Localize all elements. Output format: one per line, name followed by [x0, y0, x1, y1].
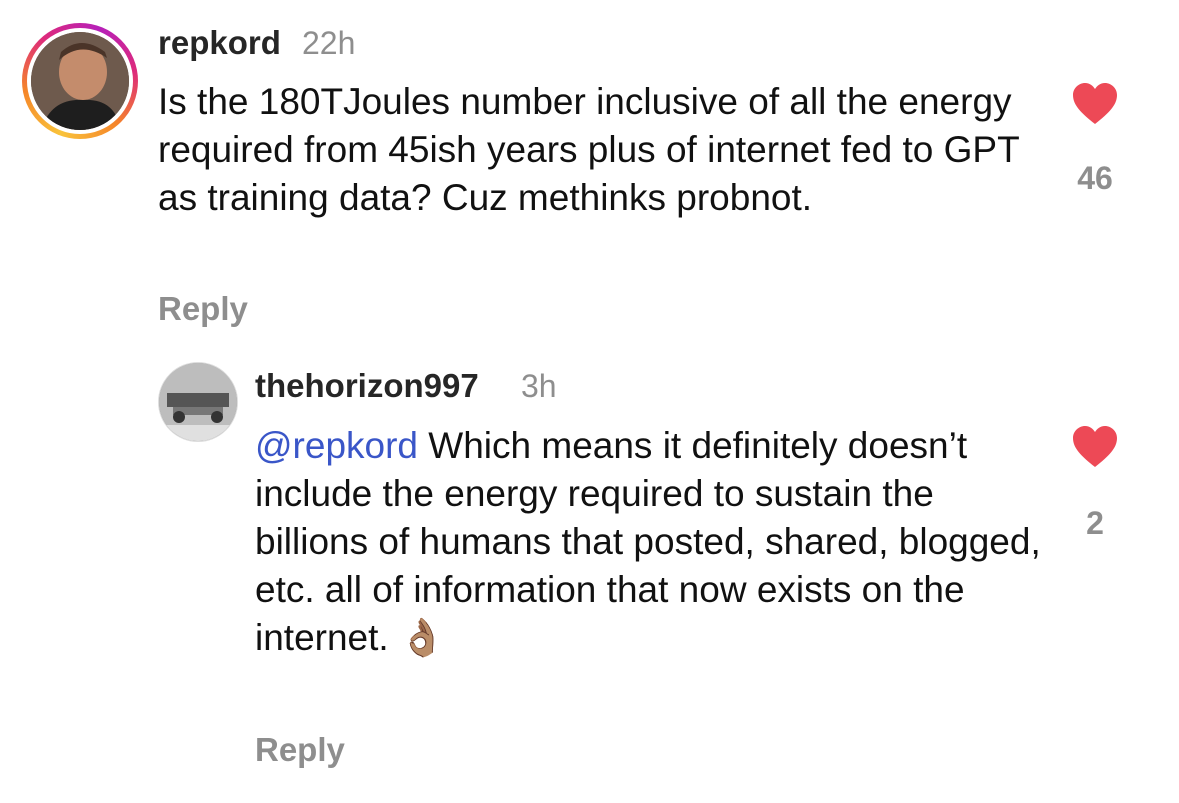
avatar-photo-icon: [31, 32, 129, 130]
ok-hand-emoji-icon: 👌🏽: [398, 617, 446, 658]
like-count: 2: [1086, 505, 1104, 541]
comment-text-container: @repkord Which means it definitely doesn…: [255, 422, 1045, 662]
heart-icon[interactable]: [1071, 425, 1119, 469]
username[interactable]: repkord: [158, 24, 281, 62]
like-count: 46: [1077, 160, 1113, 196]
avatar-repkord[interactable]: [31, 32, 129, 130]
timestamp: 3h: [521, 368, 557, 404]
timestamp: 22h: [302, 25, 356, 61]
heart-icon[interactable]: [1071, 82, 1119, 126]
username[interactable]: thehorizon997: [255, 367, 479, 405]
mention-link[interactable]: @repkord: [255, 425, 418, 466]
avatar-thehorizon997[interactable]: [158, 362, 238, 442]
comment-text: Is the 180TJoules number inclusive of al…: [158, 81, 1020, 218]
reply-button[interactable]: Reply: [158, 290, 248, 328]
avatar-photo-icon: [159, 363, 237, 441]
reply-button[interactable]: Reply: [255, 731, 345, 769]
